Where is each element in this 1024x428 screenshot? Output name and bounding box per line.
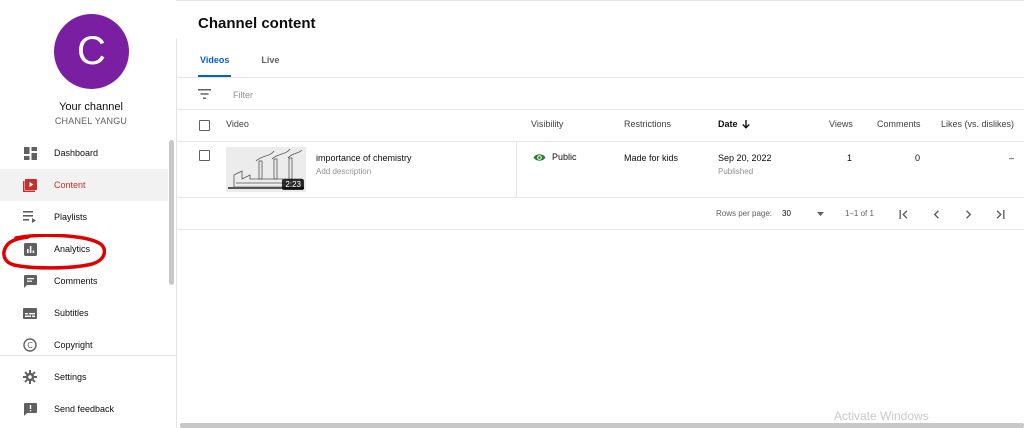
next-page-icon[interactable] xyxy=(961,207,975,221)
content-icon xyxy=(22,177,38,193)
dashboard-icon xyxy=(22,145,38,161)
sidebar-item-label: Subtitles xyxy=(54,308,89,318)
sidebar-item-analytics[interactable]: Analytics xyxy=(0,233,168,265)
sidebar-item-label: Comments xyxy=(54,276,98,286)
video-thumbnail[interactable]: 2:23 xyxy=(226,147,306,192)
svg-text:C: C xyxy=(27,341,33,350)
feedback-icon xyxy=(22,401,38,417)
sidebar-scrollbar[interactable] xyxy=(169,140,174,285)
visibility-label: Public xyxy=(552,152,577,162)
header-divider xyxy=(177,141,1024,142)
sidebar-item-label: Settings xyxy=(54,372,87,382)
pagination-range: 1–1 of 1 xyxy=(845,209,874,218)
column-header-views[interactable]: Views xyxy=(829,119,853,129)
sidebar-item-label: Dashboard xyxy=(54,148,99,158)
date-cell: Sep 20, 2022 xyxy=(718,153,772,163)
sidebar-item-comments[interactable]: Comments xyxy=(0,265,168,297)
sidebar-border xyxy=(176,38,177,428)
select-all-checkbox[interactable] xyxy=(199,120,210,131)
column-header-date-label: Date xyxy=(718,119,738,129)
sidebar-item-content[interactable]: Content xyxy=(0,169,168,201)
first-page-icon[interactable] xyxy=(897,207,911,221)
previous-page-icon[interactable] xyxy=(929,207,943,221)
column-header-video: Video xyxy=(226,119,249,129)
content-tabs: Videos Live xyxy=(198,50,309,77)
row-checkbox[interactable] xyxy=(199,150,210,161)
restrictions-cell: Made for kids xyxy=(624,153,679,163)
comments-cell: 0 xyxy=(915,153,921,163)
column-header-restrictions[interactable]: Restrictions xyxy=(624,119,671,129)
column-header-visibility[interactable]: Visibility xyxy=(531,119,563,129)
avatar-letter: C xyxy=(77,29,106,73)
sidebar-nav: Dashboard Content Playlists Analytics Co… xyxy=(0,137,168,425)
date-status: Published xyxy=(718,167,754,176)
comments-icon xyxy=(22,273,38,289)
playlists-icon xyxy=(22,209,38,225)
column-header-date[interactable]: Date xyxy=(718,119,750,129)
column-header-comments[interactable]: Comments xyxy=(877,119,921,129)
eye-icon xyxy=(533,153,546,162)
activation-watermark: Activate Windows xyxy=(834,409,929,423)
arrow-down-icon xyxy=(741,119,750,129)
sidebar-item-copyright[interactable]: C Copyright xyxy=(0,329,168,361)
video-description[interactable]: Add description xyxy=(316,167,371,176)
channel-name: CHANEL YANGU xyxy=(54,116,128,126)
sidebar-item-send-feedback[interactable]: Send feedback xyxy=(0,393,168,425)
visibility-cell[interactable]: Public xyxy=(533,152,577,162)
views-cell: 1 xyxy=(847,153,853,163)
rows-per-page-select[interactable]: 30 xyxy=(782,209,824,218)
sidebar-item-label: Content xyxy=(54,180,86,190)
column-divider xyxy=(516,142,517,197)
page-title: Channel content xyxy=(198,15,316,32)
sidebar: C Your channel CHANEL YANGU Dashboard Co… xyxy=(0,0,176,428)
sidebar-item-dashboard[interactable]: Dashboard xyxy=(0,137,168,169)
tab-videos[interactable]: Videos xyxy=(198,50,232,77)
likes-cell: – xyxy=(1009,153,1015,163)
subtitles-icon xyxy=(22,305,38,321)
sidebar-item-label: Analytics xyxy=(54,244,91,254)
video-title[interactable]: importance of chemistry xyxy=(316,153,412,163)
sidebar-item-playlists[interactable]: Playlists xyxy=(0,201,168,233)
tabs-divider xyxy=(177,77,1024,78)
filter-bar[interactable]: Filter xyxy=(198,86,253,104)
last-page-icon[interactable] xyxy=(993,207,1007,221)
sidebar-divider xyxy=(0,355,176,356)
rows-per-page-value: 30 xyxy=(782,209,791,218)
copyright-icon: C xyxy=(22,337,38,353)
sidebar-item-label: Send feedback xyxy=(54,404,115,414)
sidebar-item-label: Playlists xyxy=(54,212,88,222)
analytics-icon xyxy=(22,241,38,257)
sidebar-item-label: Copyright xyxy=(54,340,93,350)
column-header-likes[interactable]: Likes (vs. dislikes) xyxy=(941,119,1014,129)
pagination-divider xyxy=(177,229,1024,230)
row-divider xyxy=(177,197,1024,198)
filter-icon[interactable] xyxy=(198,86,211,104)
rows-per-page-label: Rows per page: xyxy=(716,209,773,218)
sidebar-item-settings[interactable]: Settings xyxy=(0,361,168,393)
gear-icon xyxy=(22,369,38,385)
video-duration: 2:23 xyxy=(282,179,304,190)
horizontal-scrollbar[interactable] xyxy=(180,423,1024,428)
filter-input[interactable]: Filter xyxy=(233,90,253,100)
channel-avatar[interactable]: C xyxy=(54,14,129,89)
dropdown-arrow-icon xyxy=(816,211,824,216)
channel-title: Your channel xyxy=(59,101,123,113)
tab-live[interactable]: Live xyxy=(259,50,281,77)
filter-divider xyxy=(177,109,1024,110)
sidebar-item-subtitles[interactable]: Subtitles xyxy=(0,297,168,329)
